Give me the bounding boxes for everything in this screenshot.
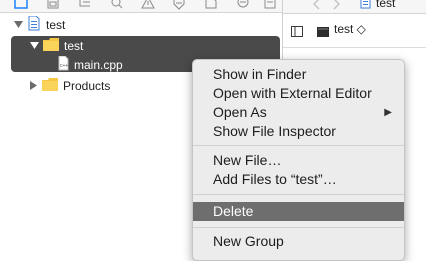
menu-item-add-files[interactable]: Add Files to “test”… — [193, 170, 404, 189]
tree-row-project[interactable]: test — [14, 15, 66, 34]
project-navigator-icon[interactable] — [14, 0, 28, 10]
tree-row-main-cpp[interactable]: c++ main.cpp — [58, 55, 123, 74]
debug-navigator-icon[interactable] — [204, 0, 218, 10]
editor-tab-bar: test — [283, 0, 426, 14]
submenu-arrow-icon: ▶ — [384, 107, 392, 118]
document-icon — [360, 0, 371, 14]
menu-item-show-in-finder[interactable]: Show in Finder — [193, 65, 404, 84]
scheme-selector[interactable]: test ◇ — [334, 22, 366, 36]
menu-item-open-external-editor[interactable]: Open with External Editor — [193, 84, 404, 103]
editor-tab-title[interactable]: test — [376, 0, 395, 10]
menu-item-open-as[interactable]: Open As ▶ — [193, 103, 404, 122]
folder-label: test — [64, 39, 84, 53]
tree-row-test-folder[interactable]: test — [30, 37, 83, 55]
disclosure-open-icon[interactable] — [30, 39, 39, 53]
breakpoint-navigator-icon[interactable] — [236, 0, 250, 10]
file-label: main.cpp — [74, 58, 123, 72]
context-menu: Show in Finder Open with External Editor… — [192, 59, 405, 261]
svg-text:c++: c++ — [60, 63, 68, 69]
menu-item-delete[interactable]: Delete — [193, 202, 404, 221]
tree-row-products[interactable]: Products — [30, 77, 110, 95]
disclosure-closed-icon[interactable] — [30, 79, 38, 93]
project-file-icon — [28, 15, 40, 34]
find-navigator-icon[interactable] — [110, 0, 124, 10]
hierarchy-icon[interactable] — [78, 0, 92, 10]
menu-separator — [193, 227, 404, 228]
cpp-file-icon: c++ — [58, 55, 69, 74]
symbol-navigator-icon[interactable] — [46, 0, 60, 10]
navigator-toolbar — [0, 0, 282, 13]
menu-separator — [193, 194, 404, 195]
menu-item-new-group[interactable]: New Group — [193, 232, 404, 251]
sidebar-toggle-icon[interactable] — [291, 24, 303, 42]
menu-item-label: Open As — [213, 104, 267, 120]
menu-item-new-file[interactable]: New File… — [193, 151, 404, 170]
folder-label: Products — [63, 79, 111, 93]
issue-navigator-icon[interactable] — [141, 0, 155, 10]
scheme-icon — [317, 24, 329, 42]
test-navigator-icon[interactable] — [172, 0, 186, 10]
folder-icon — [43, 38, 59, 54]
jump-bar: test ◇ — [283, 14, 426, 48]
menu-separator — [193, 145, 404, 146]
folder-icon — [42, 78, 58, 94]
report-navigator-icon[interactable] — [263, 0, 277, 10]
disclosure-open-icon[interactable] — [14, 18, 23, 32]
project-label: test — [46, 18, 66, 32]
menu-item-show-file-inspector[interactable]: Show File Inspector — [193, 122, 404, 141]
